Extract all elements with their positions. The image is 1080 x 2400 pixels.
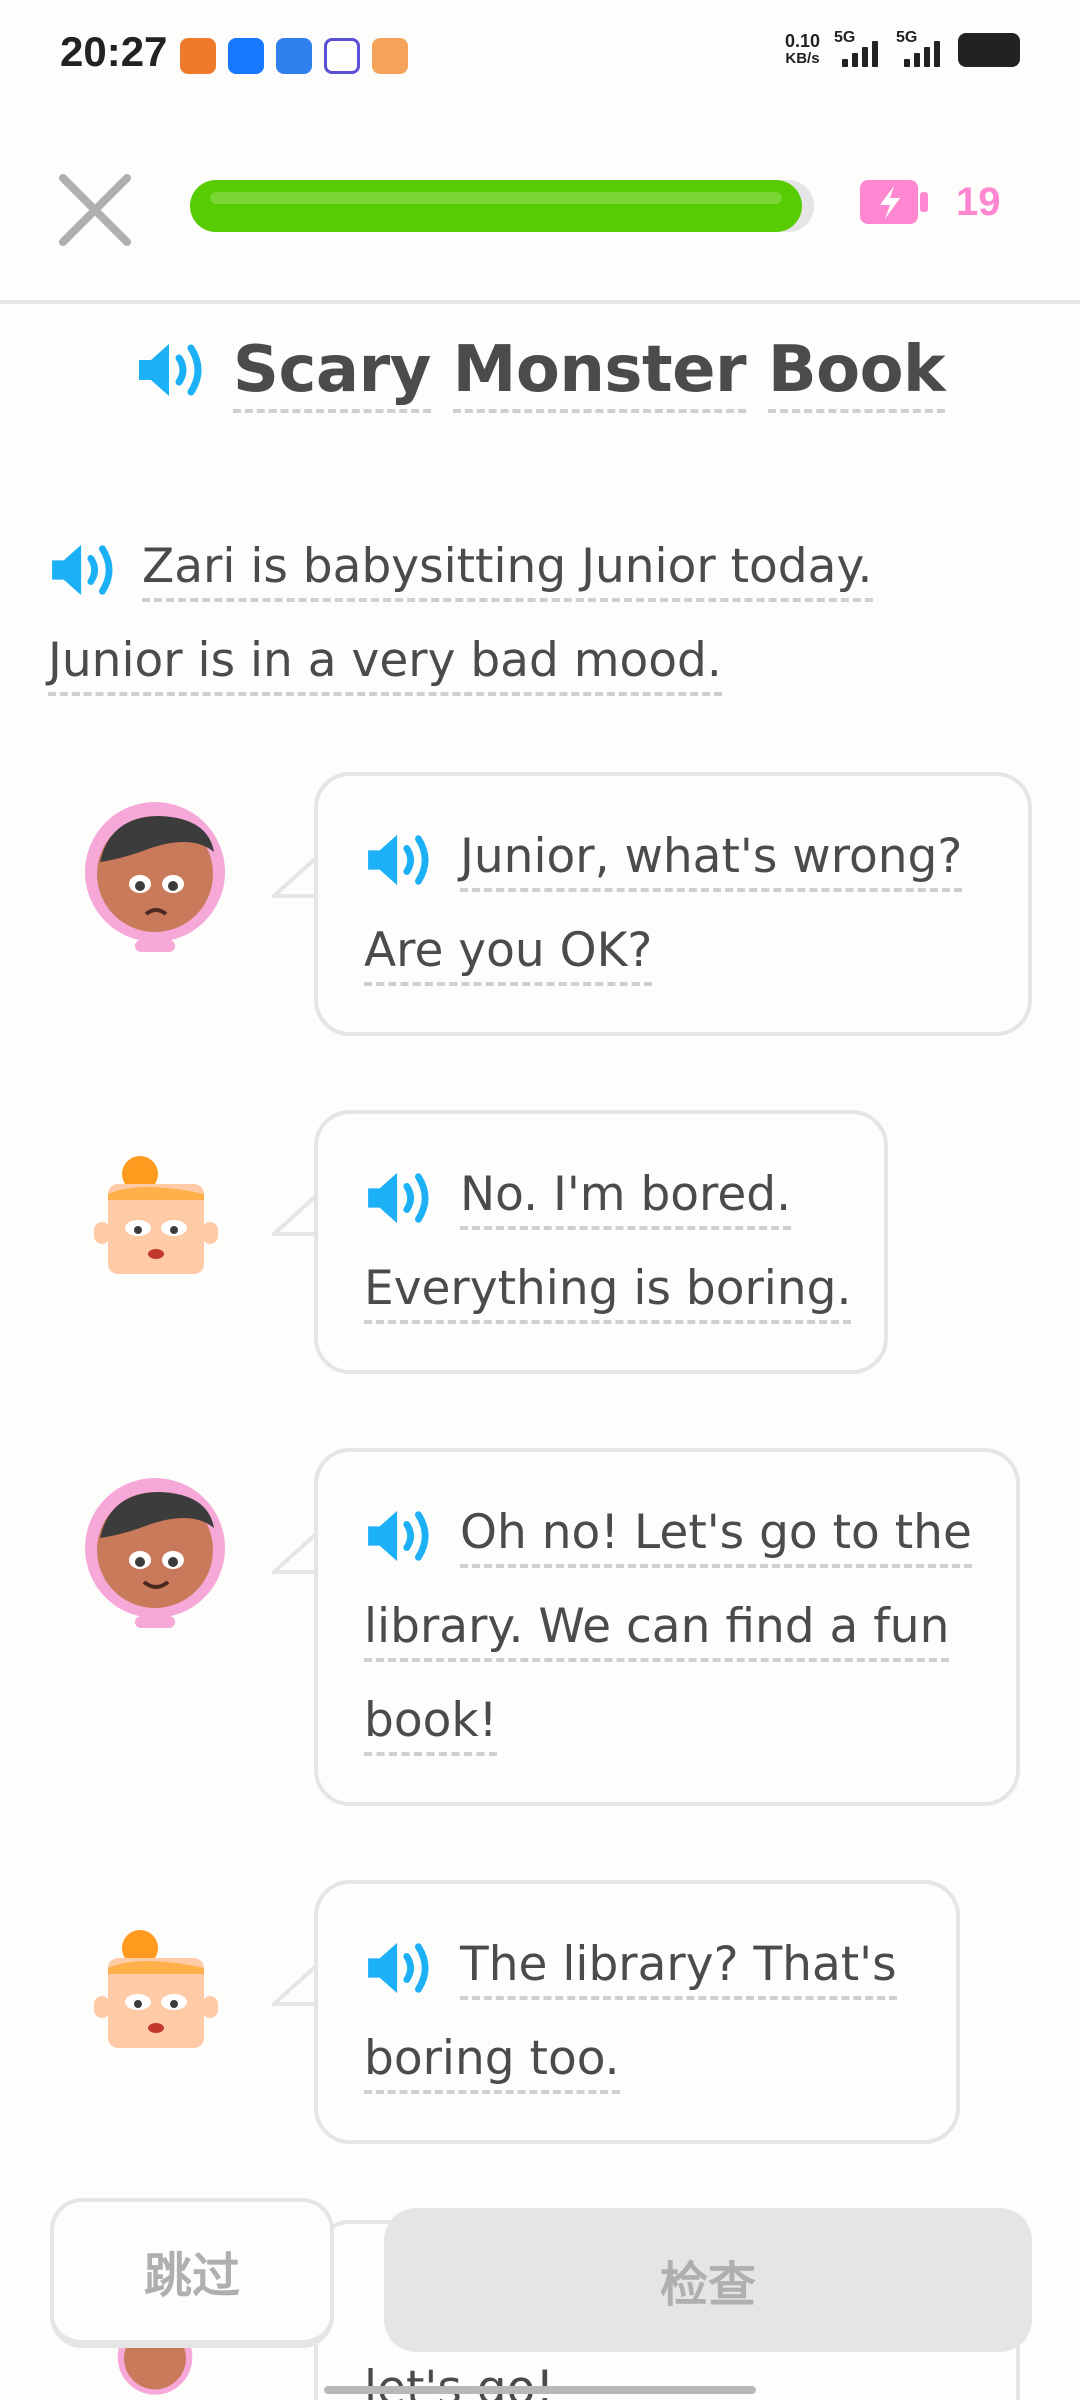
- signal-label: 5G: [834, 29, 856, 46]
- network-speed-unit: KB/s: [785, 50, 820, 67]
- status-indicators: 0.10 KB/s 5G 5G: [785, 29, 1020, 68]
- status-bar: 20:27 0.10 KB/s 5G 5G: [0, 0, 1080, 110]
- bubble-tail: [272, 1194, 318, 1236]
- dialogue-text[interactable]: library. We can find a fun: [364, 1599, 950, 1662]
- lesson-header: 19: [0, 140, 1080, 300]
- speaker-icon[interactable]: [48, 541, 120, 599]
- title-word[interactable]: Book: [767, 333, 946, 413]
- signal-label: 5G: [896, 29, 918, 46]
- speech-bubble: No. I'm bored. Everything is boring.: [314, 1110, 888, 1374]
- home-indicator[interactable]: [324, 2386, 756, 2394]
- dialogue-text[interactable]: Everything is boring.: [364, 1261, 852, 1324]
- header-divider: [0, 300, 1080, 304]
- battery-bolt-icon: [860, 180, 928, 224]
- zari-avatar-icon: [85, 802, 225, 952]
- bubble-tail: [272, 1532, 318, 1574]
- dialogue-text[interactable]: let's go!: [364, 2361, 555, 2400]
- browser-icon: [276, 38, 312, 74]
- title-word[interactable]: Monster: [452, 333, 747, 413]
- network-speed: 0.10 KB/s: [785, 32, 820, 68]
- narration-text[interactable]: Junior is in a very bad mood.: [48, 633, 722, 696]
- narration-text[interactable]: Zari is babysitting Junior today.: [142, 539, 873, 602]
- close-icon: [59, 174, 131, 246]
- speaker-icon[interactable]: [135, 340, 209, 400]
- bubble-tail: [272, 1964, 318, 2006]
- dialogue-text[interactable]: Junior, what's wrong?: [460, 829, 963, 892]
- signal-strength-icon: 5G: [834, 29, 882, 67]
- speaker-icon[interactable]: [364, 1169, 436, 1227]
- network-speed-value: 0.10: [784, 31, 820, 51]
- energy-counter[interactable]: 19: [858, 178, 1001, 226]
- story-narration: Zari is babysitting Junior today. Junior…: [48, 520, 998, 708]
- speech-bubble: Oh no! Let's go to the library. We can f…: [314, 1448, 1020, 1806]
- speaker-icon[interactable]: [364, 1939, 436, 1997]
- bubble-tail: [272, 856, 318, 898]
- dialogue-text[interactable]: Oh no! Let's go to the: [460, 1505, 972, 1568]
- dialogue-text[interactable]: book!: [364, 1693, 498, 1756]
- lesson-progress-bar: [190, 180, 814, 232]
- title-word[interactable]: Scary: [232, 333, 431, 413]
- battery-icon: [958, 33, 1020, 67]
- story-title: Scary Monster Book: [232, 326, 946, 414]
- energy-count: 19: [956, 179, 1001, 224]
- progress-shine: [210, 192, 782, 204]
- app-notification-icon: [180, 38, 216, 74]
- dialogue-text[interactable]: Are you OK?: [364, 923, 653, 986]
- skip-button[interactable]: 跳过: [50, 2198, 334, 2348]
- junior-avatar-icon: [94, 1930, 218, 2048]
- speech-bubble: Junior, what's wrong? Are you OK?: [314, 772, 1032, 1036]
- speech-bubble: The library? That's boring too.: [314, 1880, 960, 2144]
- junior-avatar-icon: [94, 1156, 218, 1274]
- speaker-icon[interactable]: [364, 831, 436, 889]
- app-notification-icon: [324, 38, 360, 74]
- notification-icons: [180, 38, 408, 74]
- zari-avatar-icon: [85, 1478, 225, 1628]
- status-time: 20:27: [60, 28, 168, 75]
- alipay-icon: [228, 38, 264, 74]
- close-button[interactable]: [55, 170, 135, 250]
- check-button[interactable]: 检查: [384, 2208, 1032, 2352]
- signal-strength-icon: 5G: [896, 29, 944, 67]
- dialogue-text[interactable]: boring too.: [364, 2031, 620, 2094]
- progress-fill: [190, 180, 802, 232]
- speaker-icon[interactable]: [364, 1507, 436, 1565]
- dialogue-text[interactable]: No. I'm bored.: [460, 1167, 792, 1230]
- story-title-row: Scary Monster Book: [0, 326, 1080, 414]
- dialogue-text[interactable]: The library? That's: [460, 1937, 897, 2000]
- app-notification-icon: [372, 38, 408, 74]
